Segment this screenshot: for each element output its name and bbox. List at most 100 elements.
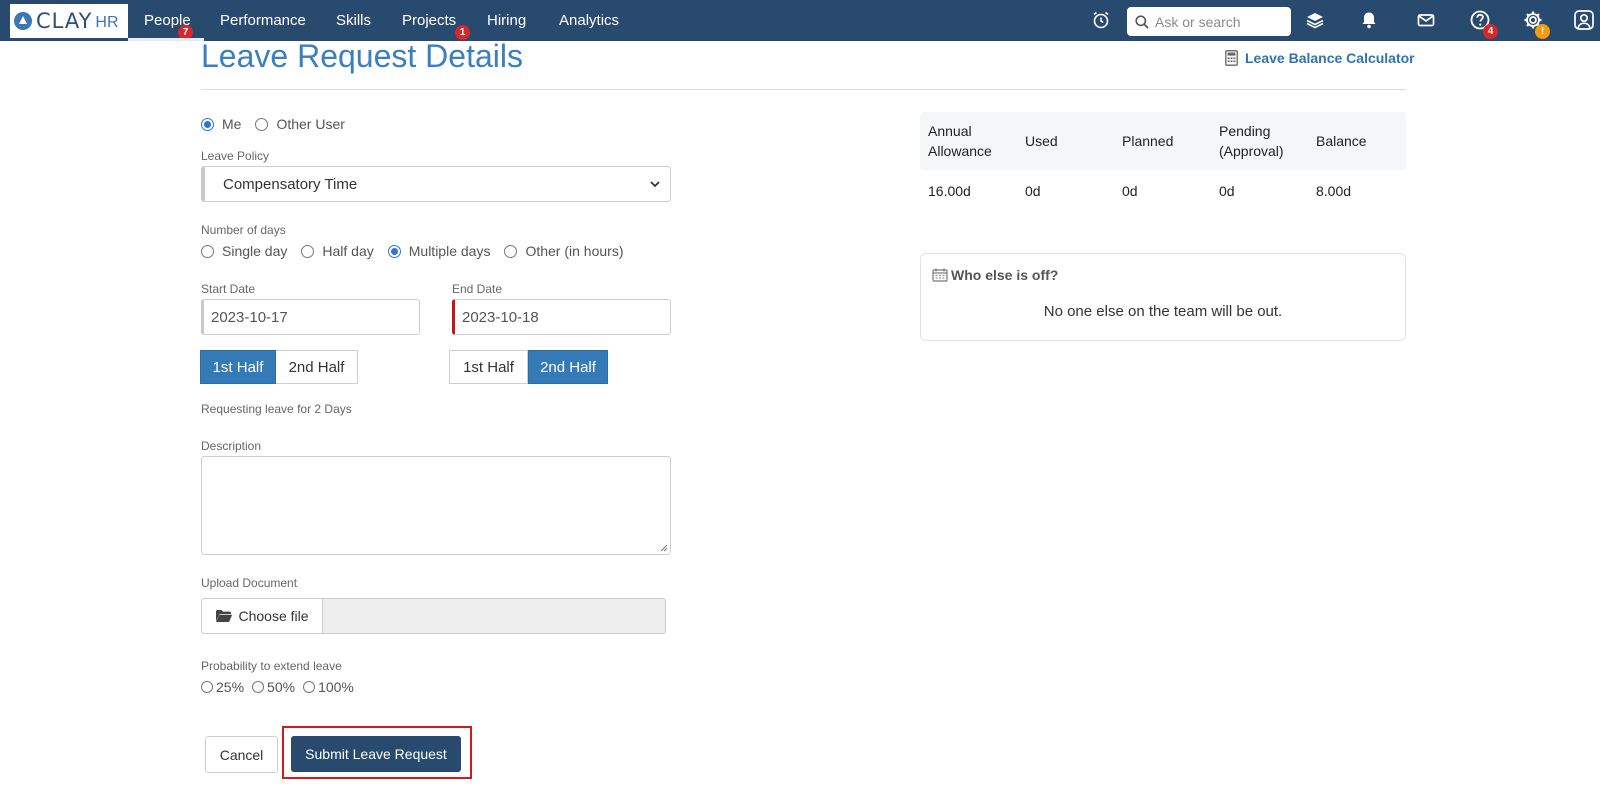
submit-leave-request-button[interactable]: Submit Leave Request bbox=[291, 736, 461, 772]
end-second-half-button[interactable]: 2nd Half bbox=[528, 350, 608, 384]
folder-open-icon bbox=[216, 610, 233, 622]
logo-text: CLAY bbox=[36, 9, 93, 33]
choose-file-button[interactable]: Choose file bbox=[201, 598, 323, 634]
header-pending-approval: Pending (Approval) bbox=[1219, 123, 1284, 159]
header-balance: Balance bbox=[1316, 133, 1367, 149]
search-box[interactable] bbox=[1127, 7, 1291, 36]
description-label: Description bbox=[201, 439, 262, 453]
start-half-toggle: 1st Half 2nd Half bbox=[200, 350, 358, 384]
nav-item-performance[interactable]: Performance bbox=[220, 0, 306, 41]
radio-button[interactable] bbox=[201, 244, 214, 258]
settings-warning-badge: ! bbox=[1535, 24, 1550, 39]
radio-label: 25% bbox=[216, 679, 245, 695]
bell-icon[interactable] bbox=[1357, 8, 1381, 32]
radio-button[interactable] bbox=[301, 244, 315, 258]
start-first-half-button[interactable]: 1st Half bbox=[200, 350, 276, 384]
radio-label: Other (in hours) bbox=[525, 243, 624, 259]
radio-probability-25[interactable]: 25% bbox=[201, 679, 244, 695]
selected-file-name-field bbox=[323, 598, 666, 634]
radio-label: 100% bbox=[318, 679, 354, 695]
leave-policy-select[interactable]: Compensatory Time bbox=[201, 166, 671, 202]
end-date-label: End Date bbox=[452, 282, 503, 296]
envelope-icon[interactable] bbox=[1414, 8, 1438, 32]
radio-me[interactable]: Me bbox=[201, 116, 241, 132]
radio-label: Single day bbox=[222, 243, 288, 259]
header-annual-allowance: Annual Allowance bbox=[928, 123, 992, 159]
table-header-row: Annual Allowance Used Planned Pending (A… bbox=[920, 112, 1406, 170]
chevron-down-icon bbox=[650, 181, 660, 188]
radio-label: Me bbox=[222, 116, 242, 132]
radio-button[interactable] bbox=[201, 681, 213, 693]
radio-half-day[interactable]: Half day bbox=[301, 243, 374, 259]
logo-mark-icon bbox=[14, 12, 32, 30]
radio-button[interactable] bbox=[252, 681, 265, 693]
days-selector: Single day Half day Multiple days Other … bbox=[201, 243, 638, 259]
nav-item-label: Projects bbox=[402, 12, 457, 29]
header-planned: Planned bbox=[1122, 133, 1174, 149]
choose-file-label: Choose file bbox=[238, 608, 309, 624]
start-date-label: Start Date bbox=[201, 282, 256, 296]
start-date-input[interactable]: 2023-10-17 bbox=[201, 299, 420, 335]
radio-label: 50% bbox=[267, 679, 296, 695]
calendar-icon bbox=[932, 268, 948, 282]
end-half-toggle: 1st Half 2nd Half bbox=[449, 350, 608, 384]
radio-single-day[interactable]: Single day bbox=[201, 243, 287, 259]
radio-button[interactable] bbox=[201, 117, 214, 131]
who-else-off-message: No one else on the team will be out. bbox=[1043, 303, 1283, 320]
cancel-button[interactable]: Cancel bbox=[205, 736, 278, 773]
number-of-days-label: Number of days bbox=[201, 223, 286, 237]
radio-button[interactable] bbox=[504, 244, 518, 258]
radio-label: Half day bbox=[322, 243, 374, 259]
radio-label: Other User bbox=[276, 116, 345, 132]
who-else-off-card: Who else is off? No one else on the team… bbox=[920, 253, 1406, 341]
start-second-half-button[interactable]: 2nd Half bbox=[276, 350, 358, 384]
nav-item-label: Analytics bbox=[559, 12, 620, 29]
leave-policy-label: Leave Policy bbox=[201, 149, 270, 163]
nav-item-label: Hiring bbox=[487, 12, 527, 29]
search-icon bbox=[1135, 14, 1149, 29]
active-nav-indicator bbox=[128, 38, 204, 41]
nav-item-hiring[interactable]: Hiring bbox=[487, 0, 526, 41]
leave-policy-value: Compensatory Time bbox=[223, 175, 358, 193]
radio-label: Multiple days bbox=[408, 243, 491, 259]
end-first-half-button[interactable]: 1st Half bbox=[449, 350, 528, 384]
leave-balance-table: Annual Allowance Used Planned Pending (A… bbox=[920, 112, 1406, 212]
nav-item-label: Performance bbox=[220, 12, 306, 29]
calculator-link-label: Leave Balance Calculator bbox=[1245, 50, 1415, 66]
nav-item-label: Skills bbox=[336, 12, 372, 29]
cell-pending: 0d bbox=[1219, 183, 1235, 199]
who-else-off-title: Who else is off? bbox=[932, 267, 1058, 283]
end-date-input[interactable]: 2023-10-18 bbox=[452, 299, 671, 335]
header-used: Used bbox=[1025, 133, 1058, 149]
header-divider bbox=[201, 89, 1406, 90]
nav-item-skills[interactable]: Skills bbox=[336, 0, 371, 41]
radio-button[interactable] bbox=[303, 681, 316, 693]
radio-probability-100[interactable]: 100% bbox=[303, 679, 354, 695]
leave-balance-calculator-link[interactable]: Leave Balance Calculator bbox=[1225, 50, 1415, 66]
logo-suffix: HR bbox=[95, 14, 119, 31]
page-title: Leave Request Details bbox=[201, 38, 523, 74]
table-row: 16.00d 0d 0d 0d 8.00d bbox=[920, 170, 1406, 212]
requesting-leave-summary: Requesting leave for 2 Days bbox=[201, 402, 352, 416]
resize-grip-icon[interactable] bbox=[660, 544, 668, 552]
radio-button[interactable] bbox=[387, 244, 401, 258]
file-upload: Choose file bbox=[201, 598, 666, 634]
radio-other-user[interactable]: Other User bbox=[255, 116, 345, 132]
layers-icon[interactable] bbox=[1303, 8, 1327, 32]
probability-label: Probability to extend leave bbox=[201, 659, 342, 673]
radio-other-hours[interactable]: Other (in hours) bbox=[504, 243, 624, 259]
alarm-clock-icon[interactable] bbox=[1089, 8, 1113, 32]
nav-item-analytics[interactable]: Analytics bbox=[559, 0, 619, 41]
cell-annual-allowance: 16.00d bbox=[928, 183, 971, 199]
nav-item-projects[interactable]: Projects bbox=[402, 0, 456, 41]
radio-probability-50[interactable]: 50% bbox=[252, 679, 295, 695]
user-icon[interactable] bbox=[1572, 8, 1596, 32]
clayhr-logo[interactable]: CLAY HR bbox=[10, 4, 128, 38]
search-input[interactable] bbox=[1155, 13, 1285, 30]
description-textarea[interactable] bbox=[201, 456, 671, 555]
probability-selector: 25% 50% 100% bbox=[201, 679, 362, 695]
radio-button[interactable] bbox=[255, 117, 269, 131]
radio-multiple-days[interactable]: Multiple days bbox=[387, 243, 491, 259]
user-selector: Me Other User bbox=[201, 116, 359, 132]
end-date-value: 2023-10-18 bbox=[462, 308, 539, 326]
